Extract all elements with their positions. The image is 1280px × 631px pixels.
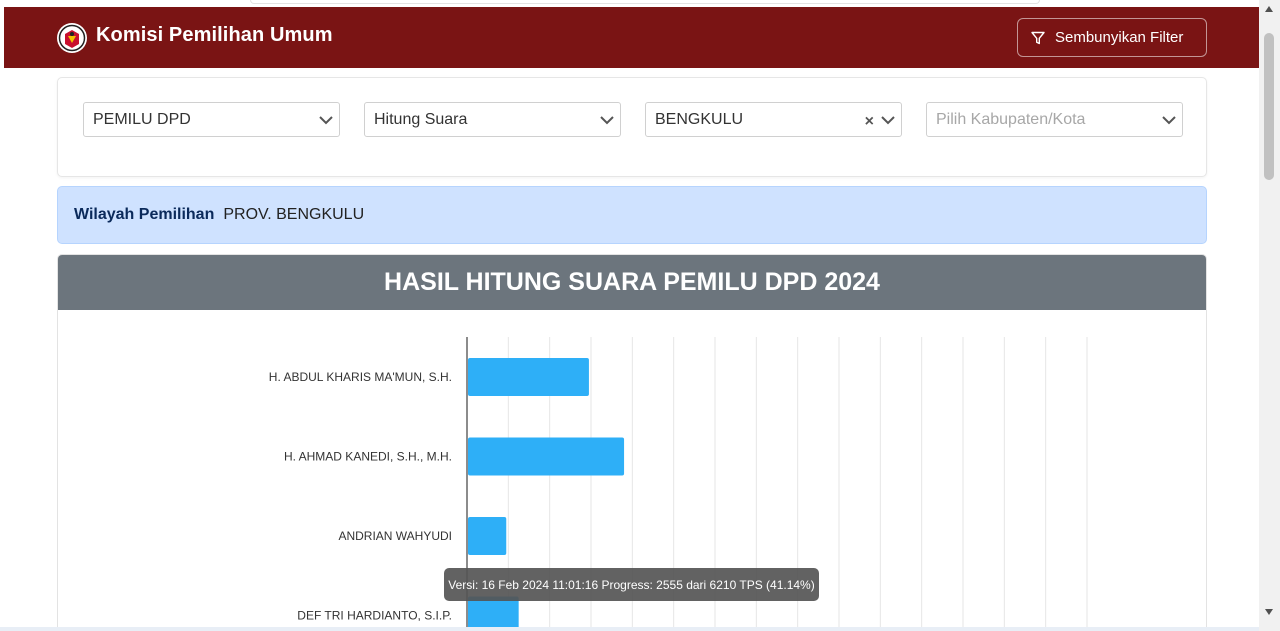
bar <box>468 596 519 631</box>
bar <box>468 358 589 396</box>
category-label: H. ABDUL KHARIS MA'MUN, S.H. <box>269 370 452 384</box>
scroll-down-arrow-icon[interactable] <box>1265 609 1273 615</box>
top-pill <box>250 0 1040 4</box>
regency-select[interactable]: Pilih Kabupaten/Kota <box>926 102 1183 137</box>
scroll-thumb[interactable] <box>1264 33 1274 180</box>
hide-filter-label: Sembunyikan Filter <box>1055 29 1184 46</box>
bar <box>468 437 625 476</box>
page-scrollbar[interactable] <box>1259 0 1280 631</box>
scroll-up-arrow-icon[interactable] <box>1265 6 1273 12</box>
clear-icon[interactable]: × <box>865 114 874 130</box>
count-type-value: Hitung Suara <box>374 110 468 128</box>
filter-icon <box>1031 31 1045 44</box>
region-alert: Wilayah Pemilihan PROV. BENGKULU <box>57 186 1207 244</box>
region-label: Wilayah Pemilihan <box>74 206 215 223</box>
kpu-logo-icon <box>57 23 87 53</box>
category-label: DEF TRI HARDIANTO, S.I.P. <box>297 609 452 623</box>
regency-placeholder: Pilih Kabupaten/Kota <box>936 110 1086 128</box>
brand-title[interactable]: Komisi Pemilihan Umum <box>96 24 333 47</box>
province-value: BENGKULU <box>655 110 744 128</box>
bar <box>468 517 507 555</box>
chevron-down-icon <box>881 116 895 125</box>
election-type-select[interactable]: PEMILU DPD <box>83 102 340 137</box>
browser-top-strip <box>0 0 1260 7</box>
province-select[interactable]: BENGKULU × <box>645 102 902 137</box>
chevron-down-icon <box>319 116 333 125</box>
region-value: PROV. BENGKULU <box>223 206 365 223</box>
navbar: Komisi Pemilihan Umum Sembunyikan Filter <box>4 7 1259 68</box>
category-label: H. AHMAD KANEDI, S.H., M.H. <box>284 450 452 464</box>
chevron-down-icon <box>1162 116 1176 125</box>
category-label: ANDRIAN WAHYUDI <box>338 529 452 543</box>
count-type-select[interactable]: Hitung Suara <box>364 102 621 137</box>
chevron-down-icon <box>600 116 614 125</box>
filter-card: PEMILU DPD Hitung Suara BENGKULU × Pilih… <box>57 77 1207 177</box>
chart-title: HASIL HITUNG SUARA PEMILU DPD 2024 <box>58 255 1206 310</box>
bottom-strip <box>0 627 1259 631</box>
hide-filter-button[interactable]: Sembunyikan Filter <box>1017 18 1207 57</box>
version-tooltip: Versi: 16 Feb 2024 11:01:16 Progress: 25… <box>444 568 819 601</box>
election-type-value: PEMILU DPD <box>93 110 191 128</box>
